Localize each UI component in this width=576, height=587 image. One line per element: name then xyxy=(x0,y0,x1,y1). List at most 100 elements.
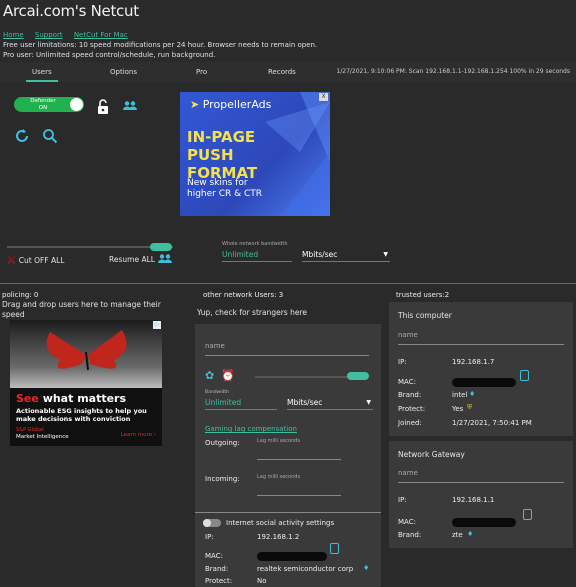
user-name-field[interactable]: name xyxy=(205,342,369,356)
cut-off-all-button[interactable]: ⚔ Cut OFF ALL xyxy=(6,253,64,267)
chevron-down-icon: ▼ xyxy=(366,399,371,406)
outgoing-label: Outgoing: xyxy=(205,439,240,447)
butterfly-image xyxy=(10,320,162,388)
user-bandwidth-input[interactable]: Unlimited xyxy=(205,398,277,410)
license-info: Free user limitations: 10 speed modifica… xyxy=(3,40,317,60)
user-bandwidth-unit-select[interactable]: Mbits/sec ▼ xyxy=(287,398,373,410)
pro-user-info: Pro user: Unlimited speed control/schedu… xyxy=(3,51,216,59)
ad2-learn-more[interactable]: Learn more › xyxy=(121,432,156,438)
mac-redacted xyxy=(452,378,516,387)
tab-bar: Users Options Pro Records 1/27/2021, 9:1… xyxy=(0,62,576,82)
trusted-users-title: trusted users:2 xyxy=(396,291,450,299)
section-divider xyxy=(0,283,576,284)
copy-icon[interactable] xyxy=(330,543,339,554)
ad2-headline: See what matters xyxy=(16,392,127,405)
incoming-lag-input[interactable]: Lag milli seconds xyxy=(257,474,341,496)
scan-status: 1/27/2021, 9:10:06 PM: Scan 192.168.1.1-… xyxy=(336,68,570,75)
ip-value: 192.168.1.1 xyxy=(452,496,495,504)
ip-label: IP: xyxy=(398,358,407,366)
social-activity-label: Internet social activity settings xyxy=(226,519,335,527)
alarm-clock-icon[interactable]: ⏰ xyxy=(221,369,235,382)
ad-brand: ➤ PropellerAds xyxy=(190,98,272,111)
bandwidth-label: Bandwidth xyxy=(205,390,229,395)
mac-redacted xyxy=(257,552,327,561)
info-icon[interactable]: ♦ xyxy=(363,564,369,572)
cut-icon: ⚔ xyxy=(6,253,17,267)
whole-bandwidth-unit-select[interactable]: Mbits/sec ▼ xyxy=(302,250,390,262)
info-icon[interactable]: ♦ xyxy=(469,390,475,398)
this-computer-name-field[interactable]: name xyxy=(398,331,564,345)
brand-value: intel xyxy=(452,391,468,399)
toggle-knob xyxy=(70,98,83,111)
ad-choices-icon[interactable]: ▷ xyxy=(153,321,161,329)
global-speed-slider-handle[interactable] xyxy=(150,243,172,251)
tab-pro[interactable]: Pro xyxy=(196,68,207,76)
this-computer-card[interactable]: This computer name IP: 192.168.1.7 MAC: … xyxy=(389,302,573,436)
gateway-name-field[interactable]: name xyxy=(398,469,564,483)
incoming-label: Incoming: xyxy=(205,475,240,483)
brand-value: realtek semiconductor corp xyxy=(257,565,354,573)
mac-label: MAC: xyxy=(205,552,223,560)
info-icon[interactable]: ♦ xyxy=(467,530,473,538)
ad2-body: Actionable ESG insights to help you make… xyxy=(16,407,147,423)
brand-label: Brand: xyxy=(398,391,422,399)
global-speed-slider[interactable] xyxy=(7,246,173,248)
ad-subtext: New skins for higher CR & CTR xyxy=(187,178,263,199)
ad2-brand: S&P Global xyxy=(16,427,44,433)
support-link[interactable]: Support xyxy=(35,31,63,39)
ad-close-button[interactable]: X xyxy=(319,93,328,101)
user-speed-slider-handle[interactable] xyxy=(347,372,369,380)
search-icon[interactable] xyxy=(41,127,59,145)
copy-icon[interactable] xyxy=(523,509,532,520)
resume-users-icon xyxy=(157,254,172,263)
gateway-card[interactable]: Network Gateway name IP: 192.168.1.1 MAC… xyxy=(389,441,573,548)
netcut-mac-link[interactable]: NetCut For Mac xyxy=(74,31,128,39)
tab-users[interactable]: Users xyxy=(26,68,58,82)
app-title: Arcai.com's Netcut xyxy=(3,2,139,20)
ad-headline: IN-PAGE PUSH FORMAT xyxy=(187,128,258,182)
propellerads-banner[interactable]: X ➤ PropellerAds IN-PAGE PUSH FORMAT New… xyxy=(180,92,330,216)
tab-options[interactable]: Options xyxy=(110,68,137,76)
joined-label: Joined: xyxy=(398,419,422,427)
policing-title: policing: 0 xyxy=(2,291,39,299)
social-activity-toggle[interactable] xyxy=(203,519,221,527)
home-link[interactable]: Home xyxy=(3,31,24,39)
ad2-brand-sub: Market Intelligence xyxy=(16,434,69,440)
wifi-icon: ✿ xyxy=(205,369,215,382)
tab-records[interactable]: Records xyxy=(268,68,296,76)
gaming-lag-link[interactable]: Gaming lag compensation xyxy=(205,425,297,433)
whole-bandwidth-label: Whole network bandwidth xyxy=(222,241,288,247)
users-group-icon[interactable] xyxy=(122,99,138,113)
sp-global-ad[interactable]: See what matters Actionable ESG insights… xyxy=(10,320,162,446)
mac-label: MAC: xyxy=(398,378,416,386)
policing-drop-zone[interactable]: Drag and drop users here to manage their… xyxy=(2,300,172,320)
brand-label: Brand: xyxy=(205,565,229,573)
refresh-icon[interactable] xyxy=(13,127,31,145)
ip-value: 192.168.1.7 xyxy=(452,358,495,366)
ip-value: 192.168.1.2 xyxy=(257,533,300,541)
other-user-card[interactable]: name ✿ ⏰ Bandwidth Unlimited Mbits/sec ▼… xyxy=(195,324,381,587)
copy-icon[interactable] xyxy=(520,370,529,381)
defender-state: ON xyxy=(38,105,48,111)
protect-value: No xyxy=(257,577,267,585)
outgoing-lag-input[interactable]: Lag milli seconds xyxy=(257,438,341,460)
unlock-icon[interactable] xyxy=(96,98,110,114)
this-computer-title: This computer xyxy=(398,311,452,320)
joined-value: 1/27/2021, 7:50:41 PM xyxy=(452,419,532,427)
mac-redacted xyxy=(452,518,516,527)
resume-all-button[interactable]: Resume ALL xyxy=(109,253,173,266)
chevron-down-icon: ▼ xyxy=(383,251,388,258)
other-users-title: other network Users: 3 xyxy=(203,291,284,299)
protect-label: Protect: xyxy=(205,577,233,585)
shield-icon: ⛨ xyxy=(467,403,473,411)
defender-label: Defender xyxy=(30,98,56,104)
ip-label: IP: xyxy=(205,533,214,541)
protect-label: Protect: xyxy=(398,405,426,413)
free-user-info: Free user limitations: 10 speed modifica… xyxy=(3,41,318,49)
other-users-hint: Yup, check for strangers here xyxy=(197,308,307,317)
gateway-title: Network Gateway xyxy=(398,450,465,459)
mac-label: MAC: xyxy=(398,518,416,526)
defender-toggle[interactable]: Defender ON xyxy=(14,97,84,112)
whole-bandwidth-input[interactable]: Unlimited xyxy=(222,250,292,262)
ip-label: IP: xyxy=(398,496,407,504)
